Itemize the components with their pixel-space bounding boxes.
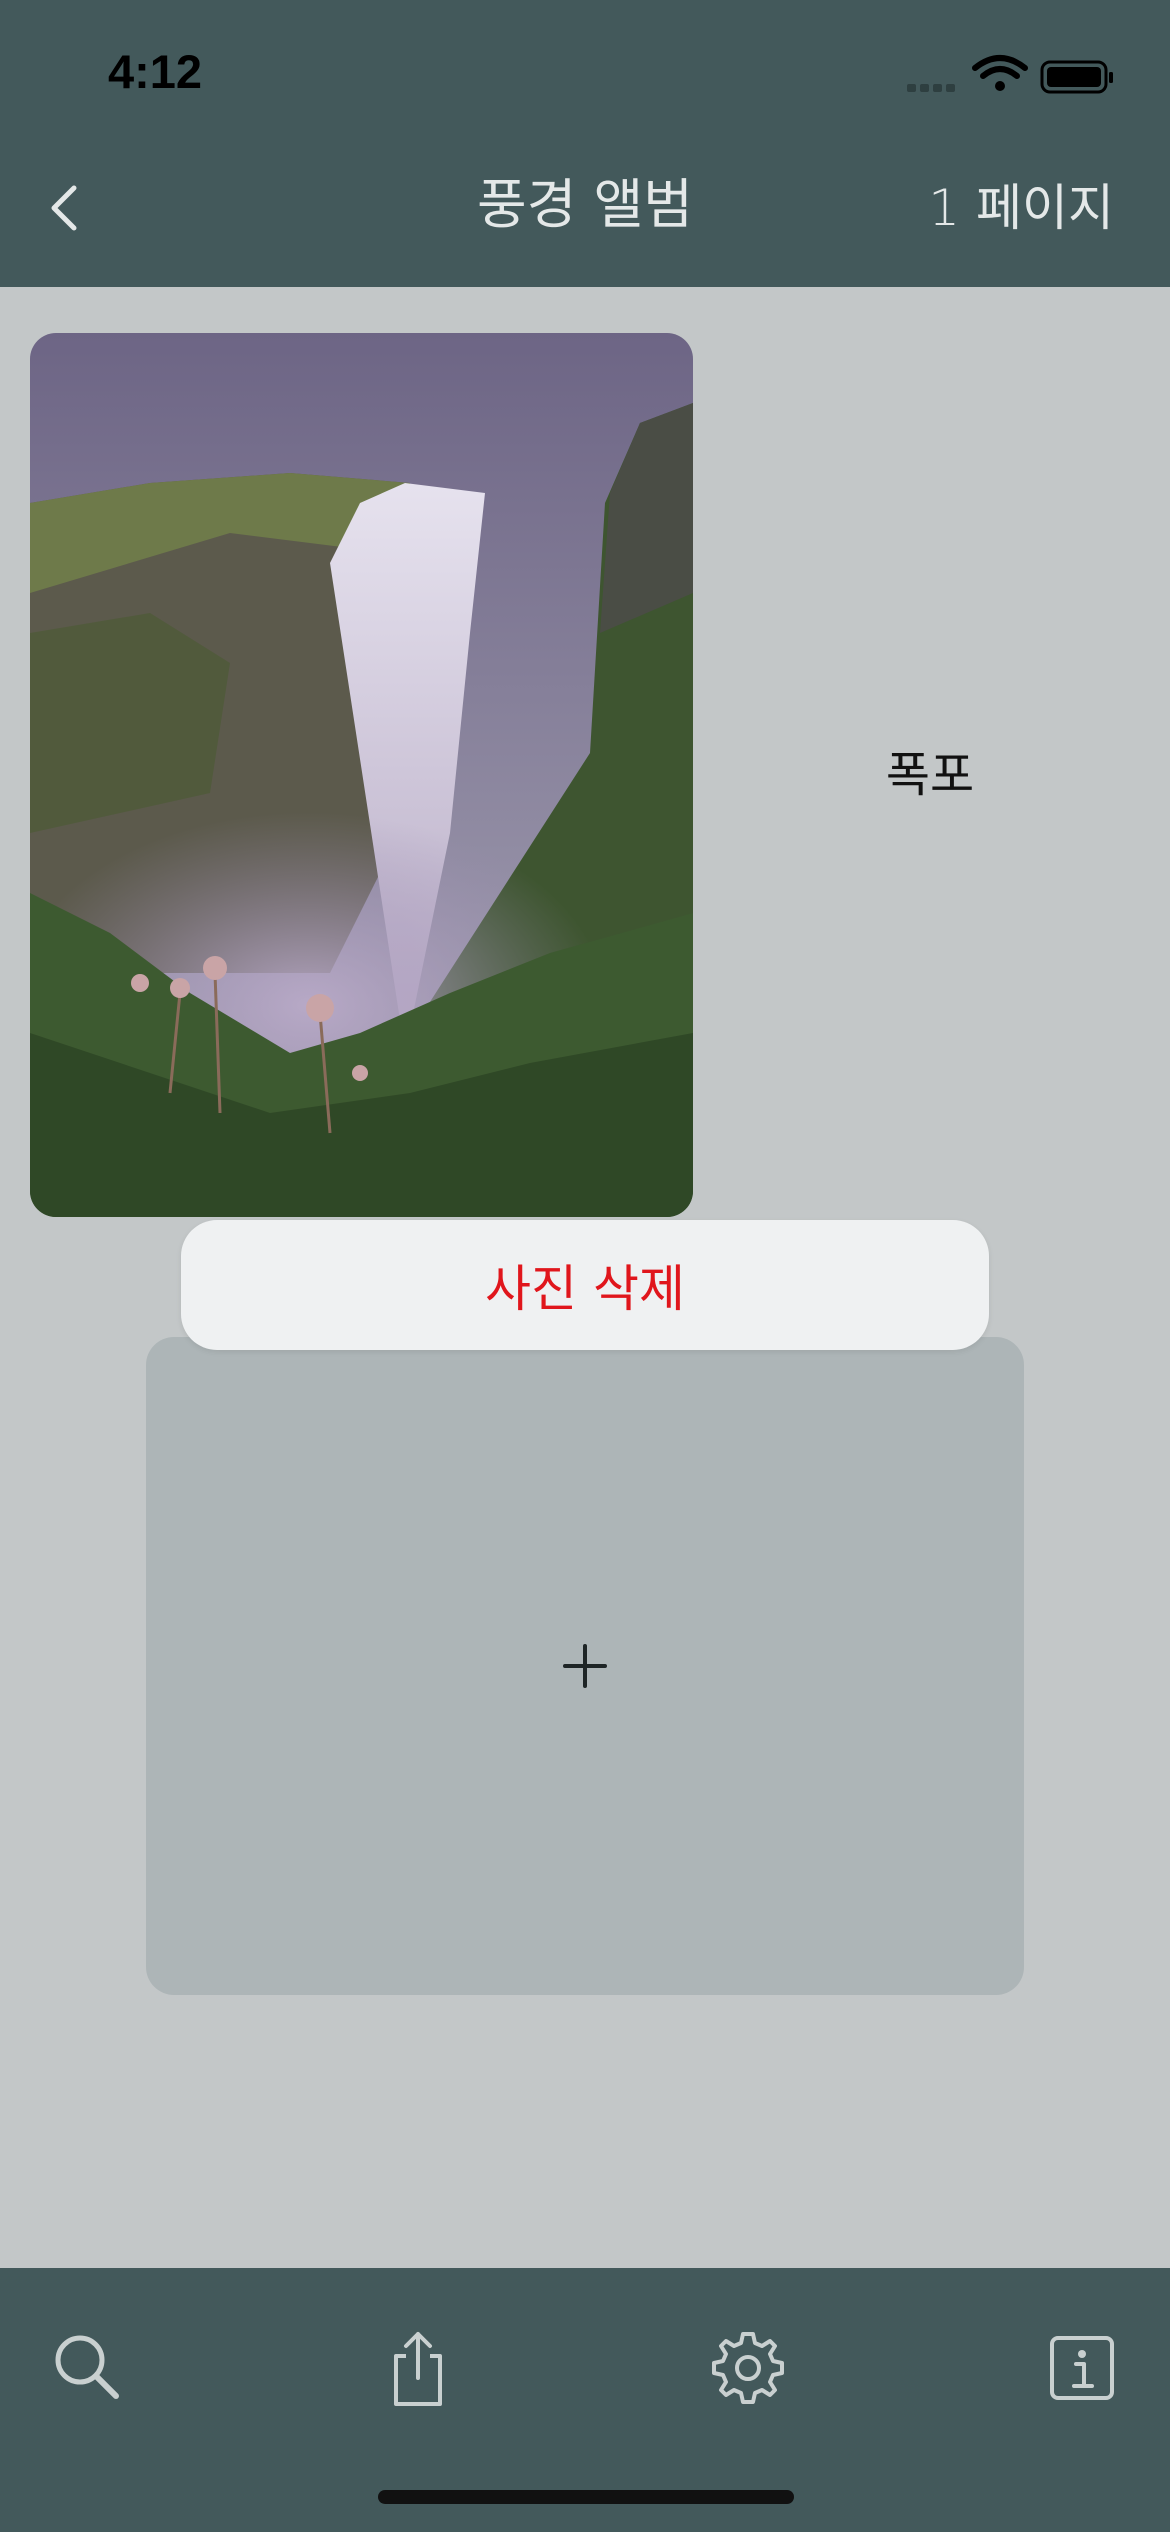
cellular-signal-icon bbox=[907, 84, 955, 92]
delete-photo-button[interactable]: 사진 삭제 bbox=[485, 1249, 685, 1321]
plus-icon bbox=[563, 1644, 607, 1688]
settings-gear-icon[interactable] bbox=[708, 2328, 788, 2408]
photo-caption: 폭포 bbox=[885, 747, 975, 803]
add-photo-slot[interactable] bbox=[146, 1337, 1024, 1995]
header-bar: 4:12 풍경 앨범 1 페이지 bbox=[0, 0, 1170, 287]
chevron-left-icon[interactable] bbox=[40, 172, 92, 244]
battery-icon bbox=[1040, 60, 1113, 94]
status-time: 4:12 bbox=[108, 45, 203, 98]
home-indicator[interactable] bbox=[378, 2490, 794, 2504]
waterfall-photo[interactable] bbox=[30, 333, 693, 1217]
search-icon[interactable] bbox=[48, 2328, 128, 2408]
wifi-icon bbox=[972, 55, 1028, 91]
share-icon[interactable] bbox=[378, 2328, 458, 2408]
page-indicator[interactable]: 1 페이지 bbox=[928, 168, 1114, 240]
status-icons bbox=[907, 55, 1113, 94]
info-icon[interactable] bbox=[1044, 2328, 1124, 2408]
photo-context-menu: 사진 삭제 bbox=[181, 1220, 989, 1350]
album-title: 풍경 앨범 bbox=[477, 173, 693, 236]
